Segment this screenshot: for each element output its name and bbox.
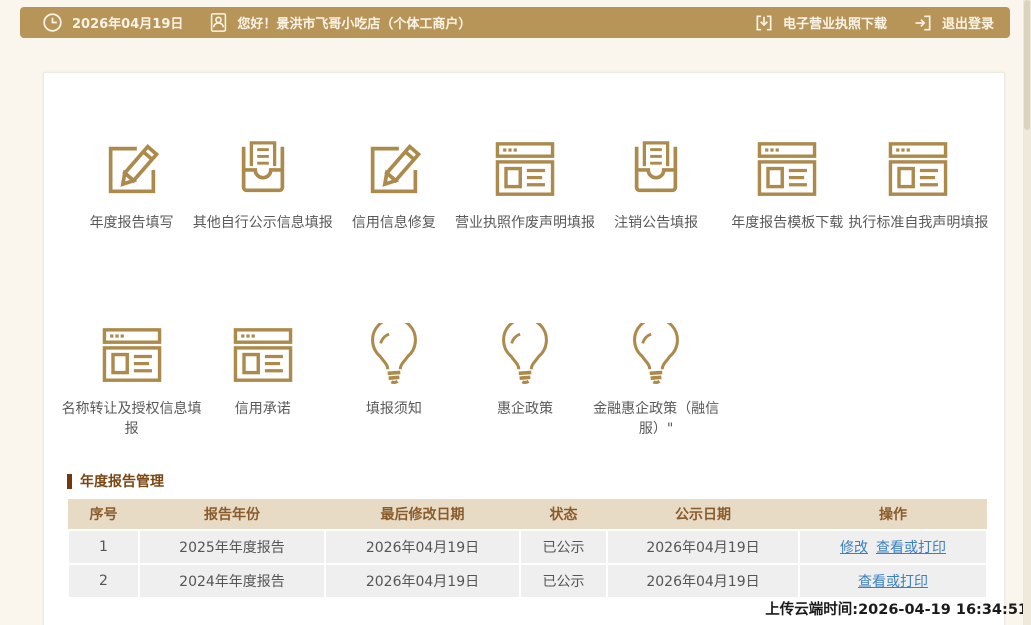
user-greeting: 您好！景洪市飞哥小吃店（个体工商户）: [237, 17, 472, 32]
section-title-text: 年度报告管理: [80, 474, 164, 490]
main-panel: 年度报告填写 其他自行公示信息填报 信用信息修复 营业执照作废声明填报 注销公告…: [43, 72, 1005, 625]
action-link[interactable]: 查看或打印: [876, 540, 946, 556]
cell-year: 2025年年度报告: [138, 529, 326, 565]
cell-status: 已公示: [519, 529, 608, 565]
column-header: 序号: [68, 499, 139, 530]
shortcut-label: 金融惠企政策（融信服）": [593, 401, 720, 438]
edit-icon: [328, 131, 459, 207]
annual-report-table: 序号 报告年份 最后修改日期 状态 公示日期 操作 1 2025年年度报告 2026年04月1…: [67, 499, 988, 599]
shortcut-item[interactable]: 其他自行公示信息填报: [193, 131, 333, 233]
shortcut-label: 年度报告模板下载: [731, 215, 844, 231]
bulb-icon: [459, 317, 590, 393]
scrollbar[interactable]: [1023, 0, 1031, 625]
report-section-title: 年度报告管理: [67, 471, 164, 491]
shortcut-label: 其他自行公示信息填报: [192, 215, 333, 231]
shortcut-item[interactable]: 填报须知: [328, 317, 459, 440]
cell-actions: 查看或打印: [798, 563, 988, 599]
action-link[interactable]: 查看或打印: [858, 574, 928, 590]
cell-actions: 修改 查看或打印: [798, 529, 988, 565]
bulb-icon: [591, 317, 722, 393]
cell-published: 2026年04月19日: [606, 529, 800, 565]
logout-label: 退出登录: [941, 17, 994, 32]
shortcut-row-1: 年度报告填写 其他自行公示信息填报 信用信息修复 营业执照作废声明填报 注销公告…: [66, 131, 988, 233]
user-badge-icon: [209, 12, 228, 33]
column-header: 状态: [520, 499, 607, 530]
shortcut-label: 信用信息修复: [351, 215, 436, 231]
shortcut-label: 注销公告填报: [614, 215, 699, 231]
cell-seq: 2: [67, 563, 140, 599]
cell-seq: 1: [67, 529, 140, 565]
cell-modified: 2026年04月19日: [324, 529, 521, 565]
shortcut-label: 信用承诺: [234, 401, 291, 417]
license-download-label: 电子营业执照下载: [782, 17, 887, 32]
cell-year: 2024年年度报告: [138, 563, 326, 599]
column-header: 操作: [799, 499, 987, 530]
shortcut-label: 名称转让及授权信息填报: [61, 401, 202, 438]
shortcut-label: 惠企政策: [496, 401, 553, 417]
form-icon: [197, 317, 328, 393]
shortcut-item[interactable]: 年度报告填写: [66, 131, 197, 233]
cell-published: 2026年04月19日: [606, 563, 800, 599]
report-table-body: 1 2025年年度报告 2026年04月19日 已公示 2026年04月19日 修改 查看或…: [67, 529, 988, 599]
clock-icon: [42, 12, 63, 33]
report-table-header-row: 序号 报告年份 最后修改日期 状态 公示日期 操作: [68, 499, 987, 530]
shortcut-label: 填报须知: [365, 401, 422, 417]
shortcut-item[interactable]: 营业执照作废声明填报: [455, 131, 595, 233]
form-icon: [722, 131, 853, 207]
column-header: 公示日期: [607, 499, 799, 530]
edit-icon: [66, 131, 197, 207]
upload-time-text: 上传云端时间:2026-04-19 16:34:51: [765, 602, 1028, 618]
cell-modified: 2026年04月19日: [324, 563, 521, 599]
current-date: 2026年04月19日: [72, 17, 184, 32]
shortcut-item[interactable]: 金融惠企政策（融信服）": [591, 317, 722, 440]
license-download-button[interactable]: 电子营业执照下载: [754, 13, 887, 33]
shortcut-item[interactable]: 名称转让及授权信息填报: [62, 317, 202, 440]
download-icon: [754, 13, 774, 33]
shortcut-label: 执行标准自我声明填报: [848, 215, 989, 231]
form-icon: [459, 131, 590, 207]
shortcut-item[interactable]: 执行标准自我声明填报: [848, 131, 988, 233]
section-marker: [67, 473, 72, 489]
logout-button[interactable]: 退出登录: [913, 13, 994, 33]
form-icon: [66, 317, 197, 393]
action-link[interactable]: 修改: [840, 540, 868, 556]
table-row: 2 2024年年度报告 2026年04月19日 已公示 2026年04月19日 查看或打印: [67, 563, 988, 599]
logout-icon: [913, 13, 933, 33]
shortcut-label: 年度报告填写: [89, 215, 174, 231]
cell-status: 已公示: [519, 563, 608, 599]
shortcut-item[interactable]: 信用承诺: [197, 317, 328, 440]
inbox-icon: [591, 131, 722, 207]
top-bar: 2026年04月19日 您好！景洪市飞哥小吃店（个体工商户） 电子营业执照下载: [20, 7, 1010, 38]
column-header: 报告年份: [139, 499, 325, 530]
shortcut-item[interactable]: 惠企政策: [459, 317, 590, 440]
shortcut-row-2: 名称转让及授权信息填报 信用承诺 填报须知 惠企政策 金融惠企政策（融信服）": [62, 317, 984, 440]
shortcut-label: 营业执照作废声明填报: [454, 215, 595, 231]
bulb-icon: [328, 317, 459, 393]
form-icon: [853, 131, 984, 207]
shortcut-item[interactable]: 年度报告模板下载: [722, 131, 853, 233]
table-row: 1 2025年年度报告 2026年04月19日 已公示 2026年04月19日 修改 查看或…: [67, 529, 988, 565]
shortcut-item[interactable]: 信用信息修复: [328, 131, 459, 233]
scrollbar-thumb[interactable]: [1024, 0, 1030, 130]
column-header: 最后修改日期: [325, 499, 520, 530]
shortcut-item[interactable]: 注销公告填报: [591, 131, 722, 233]
inbox-icon: [197, 131, 328, 207]
